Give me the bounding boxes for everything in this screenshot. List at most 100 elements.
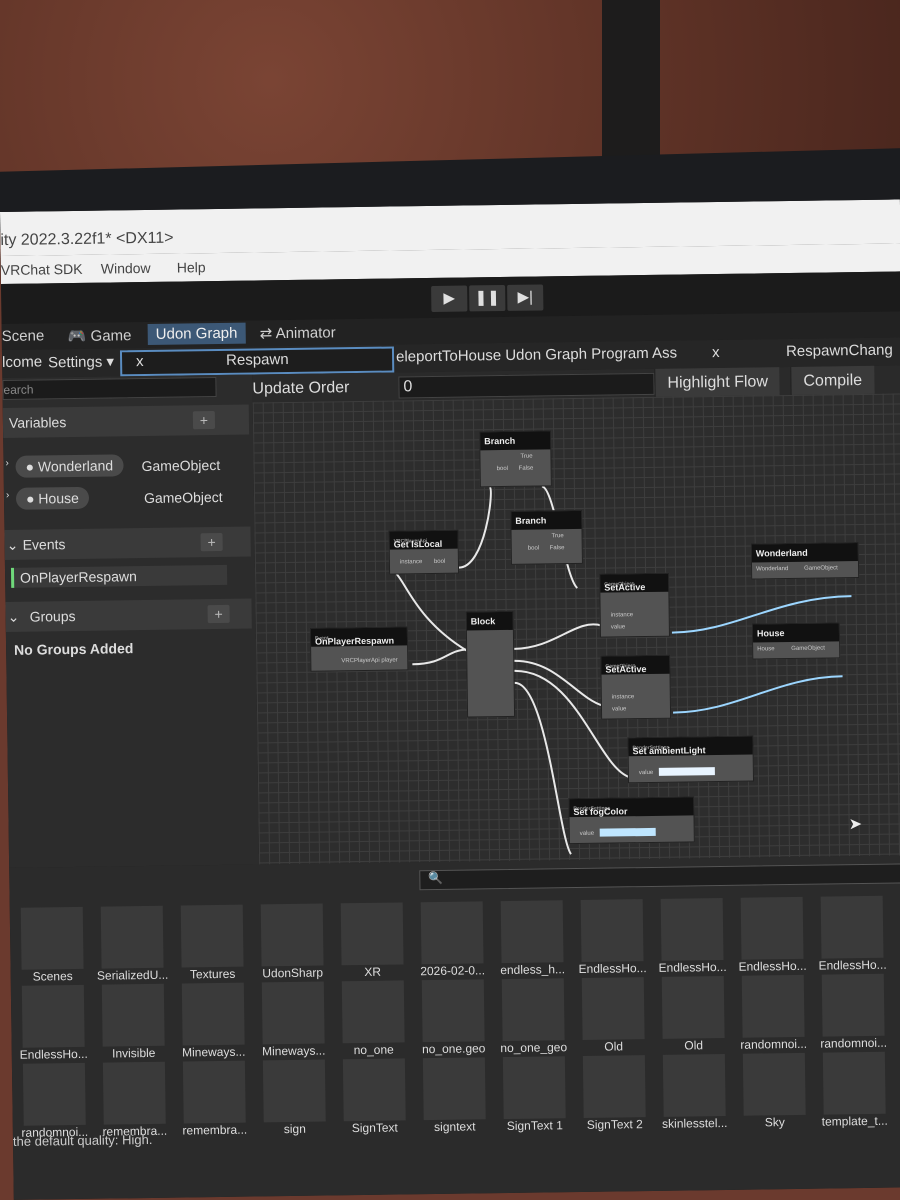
asset-item[interactable]: EndlessHo... xyxy=(15,984,92,1062)
asset-item[interactable]: template_t... xyxy=(816,1051,893,1129)
asset-item[interactable]: EndlessHo... xyxy=(734,896,811,974)
chevron-right-icon[interactable]: › xyxy=(5,458,8,469)
asset-item[interactable]: Mineways... xyxy=(175,982,252,1060)
asset-thumbnail xyxy=(182,1060,246,1124)
respawn-change-tab[interactable]: RespawnChang xyxy=(786,342,893,360)
add-group-button[interactable]: + xyxy=(207,604,230,624)
asset-label: no_one xyxy=(353,1042,394,1058)
asset-item[interactable]: Old xyxy=(655,975,732,1053)
asset-item[interactable]: skinlesstel... xyxy=(656,1053,733,1131)
block-node[interactable]: Block xyxy=(465,610,516,718)
asset-label: Old xyxy=(604,1039,624,1054)
asset-item[interactable]: Invisible xyxy=(95,983,172,1061)
program-asset-tab[interactable]: eleportToHouse Udon Graph Program Ass xyxy=(396,345,677,366)
play-controls: ▶ ❚❚ ▶| xyxy=(431,284,544,312)
asset-item[interactable]: SignText xyxy=(336,1058,413,1135)
onplayerrespawn-event-node[interactable]: Event OnPlayerRespawn VRCPlayerApi player xyxy=(309,626,409,672)
step-button[interactable]: ▶| xyxy=(507,284,544,311)
branch-node[interactable]: Branch True bool False xyxy=(479,430,552,488)
play-button[interactable]: ▶ xyxy=(431,285,468,312)
asset-item[interactable]: UdonSharp xyxy=(254,903,331,980)
asset-thumbnail xyxy=(500,900,564,964)
add-variable-button[interactable]: + xyxy=(192,411,216,430)
menu-vrchat-sdk[interactable]: VRChat SDK xyxy=(1,261,83,278)
color-swatch[interactable] xyxy=(599,827,656,837)
asset-item[interactable]: Scenes xyxy=(14,906,91,984)
tab-scene[interactable]: Scene xyxy=(2,327,45,345)
chevron-down-icon[interactable]: ⌄ xyxy=(7,537,19,554)
wonderland-variable-node[interactable]: Wonderland Wonderland GameObject xyxy=(750,542,860,580)
asset-thumbnail xyxy=(21,984,85,1048)
status-text: the default quality: High. xyxy=(12,1131,153,1149)
compile-button[interactable]: Compile xyxy=(790,365,875,397)
asset-item[interactable]: randomnoi... xyxy=(735,974,812,1052)
tab-game[interactable]: 🎮 Game xyxy=(68,326,132,345)
monitor-screen: ity 2022.3.22f1* <DX11> VRChat SDK Windo… xyxy=(0,199,900,1200)
asset-item[interactable]: no_one_geo xyxy=(495,978,572,1055)
tab-udon-graph[interactable]: Udon Graph xyxy=(147,322,246,345)
asset-item[interactable]: no_one.geo xyxy=(415,979,492,1056)
setactive-node[interactable]: GameObject SetActive instance value xyxy=(599,572,670,638)
asset-item[interactable]: XR xyxy=(334,902,411,979)
set-fogcolor-node[interactable]: RenderSettings Set fogColor value xyxy=(568,796,695,845)
add-event-button[interactable]: + xyxy=(200,532,223,552)
color-swatch[interactable] xyxy=(658,767,715,776)
graph-canvas[interactable]: Branch True bool False Branch True bool … xyxy=(252,393,900,865)
asset-item[interactable]: 2026-02-0... xyxy=(414,901,491,978)
node-title: RenderSettings Set fogColor xyxy=(569,797,694,818)
set-ambientlight-node[interactable]: RenderSettings Set ambientLight value xyxy=(627,735,755,784)
node-title: GameObject SetActive xyxy=(600,573,669,593)
pause-button[interactable]: ❚❚ xyxy=(469,284,506,312)
asset-item[interactable]: no_one xyxy=(335,980,412,1057)
highlight-flow-button[interactable]: Highlight Flow xyxy=(654,367,781,399)
node-port: VRCPlayerApi player xyxy=(341,657,398,665)
update-order-input[interactable]: 0 xyxy=(398,372,655,399)
project-panel: 🔍 Scenes SerializedU... Textures UdonSharp X… xyxy=(9,855,900,1200)
menu-help[interactable]: Help xyxy=(177,259,206,275)
node-port: value xyxy=(579,830,595,837)
variables-header: Variables + xyxy=(2,404,250,438)
respawn-graph-tab[interactable]: x Respawn xyxy=(119,346,395,377)
asset-label: Mineways... xyxy=(261,1043,326,1059)
project-search-input[interactable]: 🔍 xyxy=(419,863,900,891)
event-onplayerrespawn[interactable]: OnPlayerRespawn xyxy=(10,564,228,588)
asset-item[interactable]: EndlessHo... xyxy=(814,895,891,973)
asset-item[interactable]: signtext xyxy=(416,1057,493,1134)
asset-item[interactable]: Sky xyxy=(736,1052,813,1130)
asset-item[interactable]: randomnoi... xyxy=(815,973,892,1051)
settings-label: Settings xyxy=(47,353,103,372)
asset-item[interactable]: EndlessHo... xyxy=(654,897,731,975)
asset-item[interactable]: SignText 1 xyxy=(496,1056,573,1133)
asset-item[interactable]: EndlessHo... xyxy=(574,899,651,976)
asset-item[interactable]: SerializedU... xyxy=(94,905,171,983)
variable-wonderland[interactable]: ● Wonderland xyxy=(15,454,124,478)
asset-item[interactable]: sign xyxy=(256,1059,333,1136)
update-order-row: Update Order 0 xyxy=(252,372,655,401)
groups-label: Groups xyxy=(29,607,76,625)
asset-thumbnail xyxy=(580,899,644,962)
asset-item[interactable]: endless_h... xyxy=(494,900,571,977)
asset-item[interactable]: randomnoi... xyxy=(16,1062,93,1140)
settings-dropdown[interactable]: Settings ▾ xyxy=(48,352,114,371)
node-title: House xyxy=(752,623,840,643)
asset-item[interactable]: SignText 2 xyxy=(576,1055,653,1132)
asset-item[interactable]: Old xyxy=(575,977,652,1054)
sidebar-search-input[interactable]: earch xyxy=(2,376,217,400)
close-icon[interactable]: x xyxy=(136,353,144,370)
get-islocal-node[interactable]: VRCPlayerApi Get IsLocal instance bool xyxy=(388,529,460,575)
asset-thumbnail xyxy=(501,978,565,1042)
setactive-node[interactable]: GameObject SetActive instance value xyxy=(600,654,672,720)
house-variable-node[interactable]: House House GameObject xyxy=(751,622,841,660)
asset-item[interactable]: remembra... xyxy=(176,1060,253,1138)
chevron-right-icon[interactable]: › xyxy=(6,490,9,501)
close-icon[interactable]: x xyxy=(712,344,720,361)
asset-item[interactable]: remembra... xyxy=(96,1061,173,1139)
variable-house[interactable]: ● House xyxy=(15,486,89,510)
tab-animator[interactable]: ⇄ Animator xyxy=(260,323,336,342)
welcome-tab[interactable]: lcome xyxy=(2,353,42,371)
asset-item[interactable]: Textures xyxy=(174,904,251,982)
asset-item[interactable]: Mineways... xyxy=(255,981,332,1058)
branch-node[interactable]: Branch True bool False xyxy=(510,509,583,565)
menu-window[interactable]: Window xyxy=(101,260,151,277)
chevron-down-icon[interactable]: ⌄ xyxy=(8,609,20,626)
